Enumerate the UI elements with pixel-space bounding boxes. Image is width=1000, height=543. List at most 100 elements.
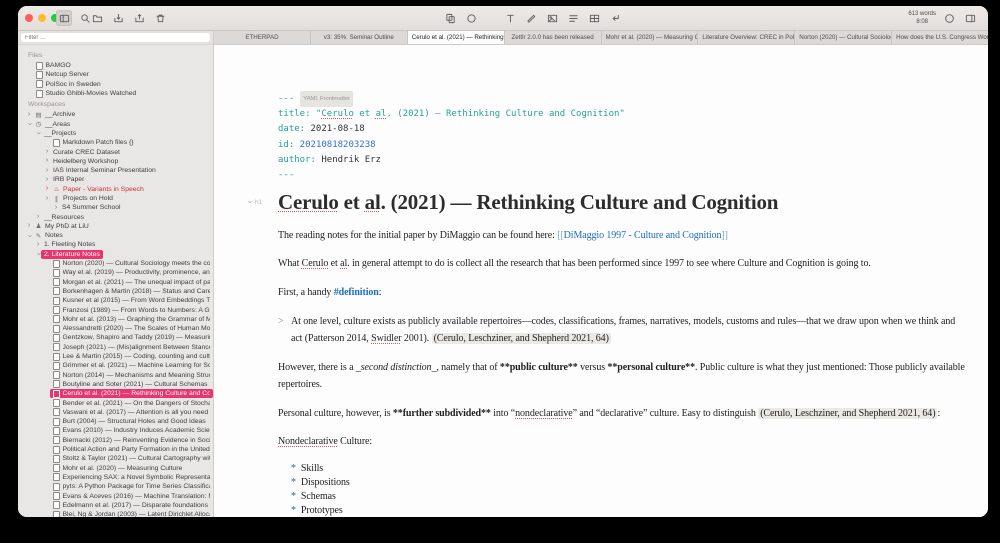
tree-folder-item[interactable]: ›✎Notes	[24, 231, 213, 240]
heading-gutter[interactable]: ›h1	[246, 198, 262, 206]
root-file-item[interactable]: Netcup Server	[24, 70, 213, 79]
frontmatter-line[interactable]: title: "Cerulo et al. (2021) — Rethinkin…	[278, 107, 968, 122]
document-tab[interactable]: Zettlr 2.0.0 has been released	[505, 31, 602, 44]
frontmatter-line[interactable]: id: 20210818203238	[278, 138, 968, 153]
paragraph[interactable]: The reading notes for the initial paper …	[278, 227, 968, 244]
tree-file-item[interactable]: ›Borkenhagen & Martin (2018) — Status an…	[24, 287, 213, 296]
open-workspace-icon[interactable]	[89, 10, 105, 26]
tree-folder-item[interactable]: ›Heidelberg Workshop	[24, 157, 213, 166]
tree-file-item[interactable]: ›Franzosi (1989) — From Words to Numbers…	[24, 305, 213, 314]
collapse-chevron-icon[interactable]: ›	[245, 199, 253, 205]
tree-file-item[interactable]: ›Evans & Aceves (2016) — Machine Transla…	[24, 491, 213, 500]
tree-file-item[interactable]: ›Biernacki (2012) — Reinventing Evidence…	[24, 436, 213, 445]
tree-folder-item[interactable]: ›__Projects	[24, 129, 213, 138]
paragraph[interactable]: However, there is a _second distinction_…	[278, 359, 968, 393]
chevron-down-icon[interactable]: ›	[25, 233, 33, 239]
tree-file-item[interactable]: ›Evans (2010) — Industry Induces Academi…	[24, 426, 213, 435]
list-item[interactable]: *Prototypes	[278, 504, 968, 517]
tree-file-item[interactable]: ›Stoltz & Taylor (2021) — Cultural Carto…	[24, 454, 213, 463]
tree-file-item[interactable]: ›pyts: A Python Package for Time Series …	[24, 482, 213, 491]
table-icon[interactable]	[586, 10, 602, 26]
tree-folder-item[interactable]: ›__Resources	[24, 212, 213, 221]
word-count[interactable]: 613 words 8:08	[908, 10, 936, 26]
wikilink[interactable]: DiMaggio 1997 - Culture and Cognition	[564, 230, 722, 241]
paragraph[interactable]: What Cerulo et al. in general attempt to…	[278, 255, 968, 272]
document-tab[interactable]: Mohr et al. (2020) — Measuring Cultu	[602, 31, 699, 44]
root-file-item[interactable]: PolSoc in Sweden	[24, 80, 213, 89]
frontmatter-line[interactable]: author: Hendrik Erz	[278, 153, 968, 168]
tree-file-item[interactable]: ›Markdown Patch files {}	[24, 138, 213, 147]
tree-folder-item[interactable]: ›♨Paper - Variants in Speech	[24, 185, 213, 194]
tree-folder-item[interactable]: ›Curate CREC Dataset	[24, 147, 213, 156]
tree-file-item[interactable]: ›Mohr et al. (2020) — Measuring Culture	[24, 463, 213, 472]
document-tab[interactable]: ETHERPAD	[214, 31, 311, 44]
chevron-down-icon[interactable]: ›	[34, 251, 42, 257]
tree-folder-item[interactable]: ›1. Fleeting Notes	[24, 240, 213, 249]
tree-folder-item[interactable]: ›◷__Areas	[24, 119, 213, 128]
tree-folder-item[interactable]: ›IAS Internal Seminar Presentation	[24, 166, 213, 175]
link-icon[interactable]	[523, 10, 539, 26]
root-file-item[interactable]: BAMGO	[24, 61, 213, 70]
close-button[interactable]	[25, 14, 33, 22]
yaml-fence[interactable]: ---	[278, 168, 968, 183]
footnote-icon[interactable]	[607, 10, 623, 26]
filter-input[interactable]	[21, 33, 210, 42]
paragraph[interactable]: First, a handy #definition:	[278, 284, 968, 301]
image-icon[interactable]	[544, 10, 560, 26]
pomodoro-icon[interactable]	[941, 10, 957, 26]
chevron-down-icon[interactable]: ›	[25, 121, 33, 127]
minimize-button[interactable]	[38, 14, 46, 22]
page-title[interactable]: ›h1Cerulo et al. (2021) — Rethinking Cul…	[278, 190, 968, 215]
list-item[interactable]: *Dispositions	[278, 476, 968, 490]
tree-file-item[interactable]: ›Lee & Martin (2015) — Coding, counting …	[24, 352, 213, 361]
document-tab[interactable]: Literature Overview: CREC in Political S	[698, 31, 795, 44]
right-sidebar-icon[interactable]	[962, 10, 978, 26]
document-tab[interactable]: v3: 35%: Seminar Outline	[311, 31, 408, 44]
blockquote-icon[interactable]	[565, 10, 581, 26]
root-file-item[interactable]: Studio Ghibli-Movies Watched	[24, 89, 213, 98]
delete-icon[interactable]	[152, 10, 168, 26]
blockquote[interactable]: >At one level, culture exists as publicl…	[278, 313, 968, 347]
document-tab-active[interactable]: Cerulo et al. (2021) — Rethinking Cult…	[408, 31, 505, 44]
tree-folder-item[interactable]: ›♟My PhD at LiU	[24, 222, 213, 231]
document-tab[interactable]: How does the U.S. Congress Work?	[892, 31, 988, 44]
tree-folder-item[interactable]: ›▤__Archive	[24, 110, 213, 119]
tree-file-item[interactable]: ›Boutyline and Soter (2021) — Cultural S…	[24, 380, 213, 389]
tree-file-item[interactable]: ›Cerulo et al. (2021) — Rethinking Cultu…	[24, 389, 213, 398]
tree-folder-item[interactable]: ›∥Projects on Hold	[24, 194, 213, 203]
tree-file-item[interactable]: ›Norton (2014) — Mechanisms and Meaning …	[24, 371, 213, 380]
tree-file-item[interactable]: ›Kusner et al (2015) — From Word Embeddi…	[24, 296, 213, 305]
tree-file-item[interactable]: ›Blei, Ng & Jordan (2003) — Latent Diric…	[24, 510, 213, 517]
tree-file-item[interactable]: ›Experiencing SAX: a Novel Symbolic Repr…	[24, 473, 213, 482]
list-item[interactable]: *Skills	[278, 462, 968, 476]
paragraph[interactable]: Personal culture, however, is **further …	[278, 405, 968, 422]
readability-icon[interactable]	[463, 10, 479, 26]
tree-file-item[interactable]: ›Vaswani et al. (2017) — Attention is al…	[24, 408, 213, 417]
tree-file-item[interactable]: ›Way et al. (2019) — Productivity, promi…	[24, 268, 213, 277]
tree-file-item[interactable]: ›Morgan et al. (2021) — The unequal impa…	[24, 278, 213, 287]
list-item[interactable]: *Schemas	[278, 490, 968, 504]
tree-file-item[interactable]: ›Norton (2020) — Cultural Sociology meet…	[24, 259, 213, 268]
import-icon[interactable]	[110, 10, 126, 26]
chevron-down-icon[interactable]: ›	[34, 130, 42, 136]
frontmatter-line[interactable]: date: 2021-08-18	[278, 122, 968, 137]
formatting-icon[interactable]	[502, 10, 518, 26]
hashtag[interactable]: #definition	[334, 287, 379, 298]
yaml-fence[interactable]: ---YAML Frontmatter	[278, 91, 968, 107]
tree-file-item[interactable]: ›Gentzkow, Shapiro and Taddy (2019) — Me…	[24, 333, 213, 342]
markdown-editor[interactable]: ---YAML Frontmattertitle: "Cerulo et al.…	[214, 45, 988, 517]
bullet-list[interactable]: *Skills*Dispositions*Schemas*Prototypes	[278, 462, 968, 517]
tree-file-item[interactable]: ›Bender et al. (2021) — On the Dangers o…	[24, 398, 213, 407]
tree-file-item[interactable]: ›Grimmer et al. (2021) — Machine Learnin…	[24, 361, 213, 370]
tree-file-item[interactable]: ›Edelmann et al. (2017) — Disparate foun…	[24, 501, 213, 510]
copy-icon[interactable]	[442, 10, 458, 26]
document-tab[interactable]: Norton (2020) — Cultural Sociology m	[795, 31, 892, 44]
tree-file-item[interactable]: ›Joseph (2021) — (Mis)alignment Between …	[24, 343, 213, 352]
share-icon[interactable]	[131, 10, 147, 26]
tree-folder-item[interactable]: ›IRB Paper	[24, 175, 213, 184]
file-manager-icon[interactable]	[56, 10, 72, 26]
tree-file-item[interactable]: ›Burt (2004) — Structural Holes and Good…	[24, 417, 213, 426]
tree-file-item[interactable]: ›Alessandretti (2020) — The Scales of Hu…	[24, 324, 213, 333]
tree-folder-item[interactable]: ›S4 Summer School	[24, 203, 213, 212]
tree-file-item[interactable]: ›Political Action and Party Formation in…	[24, 445, 213, 454]
